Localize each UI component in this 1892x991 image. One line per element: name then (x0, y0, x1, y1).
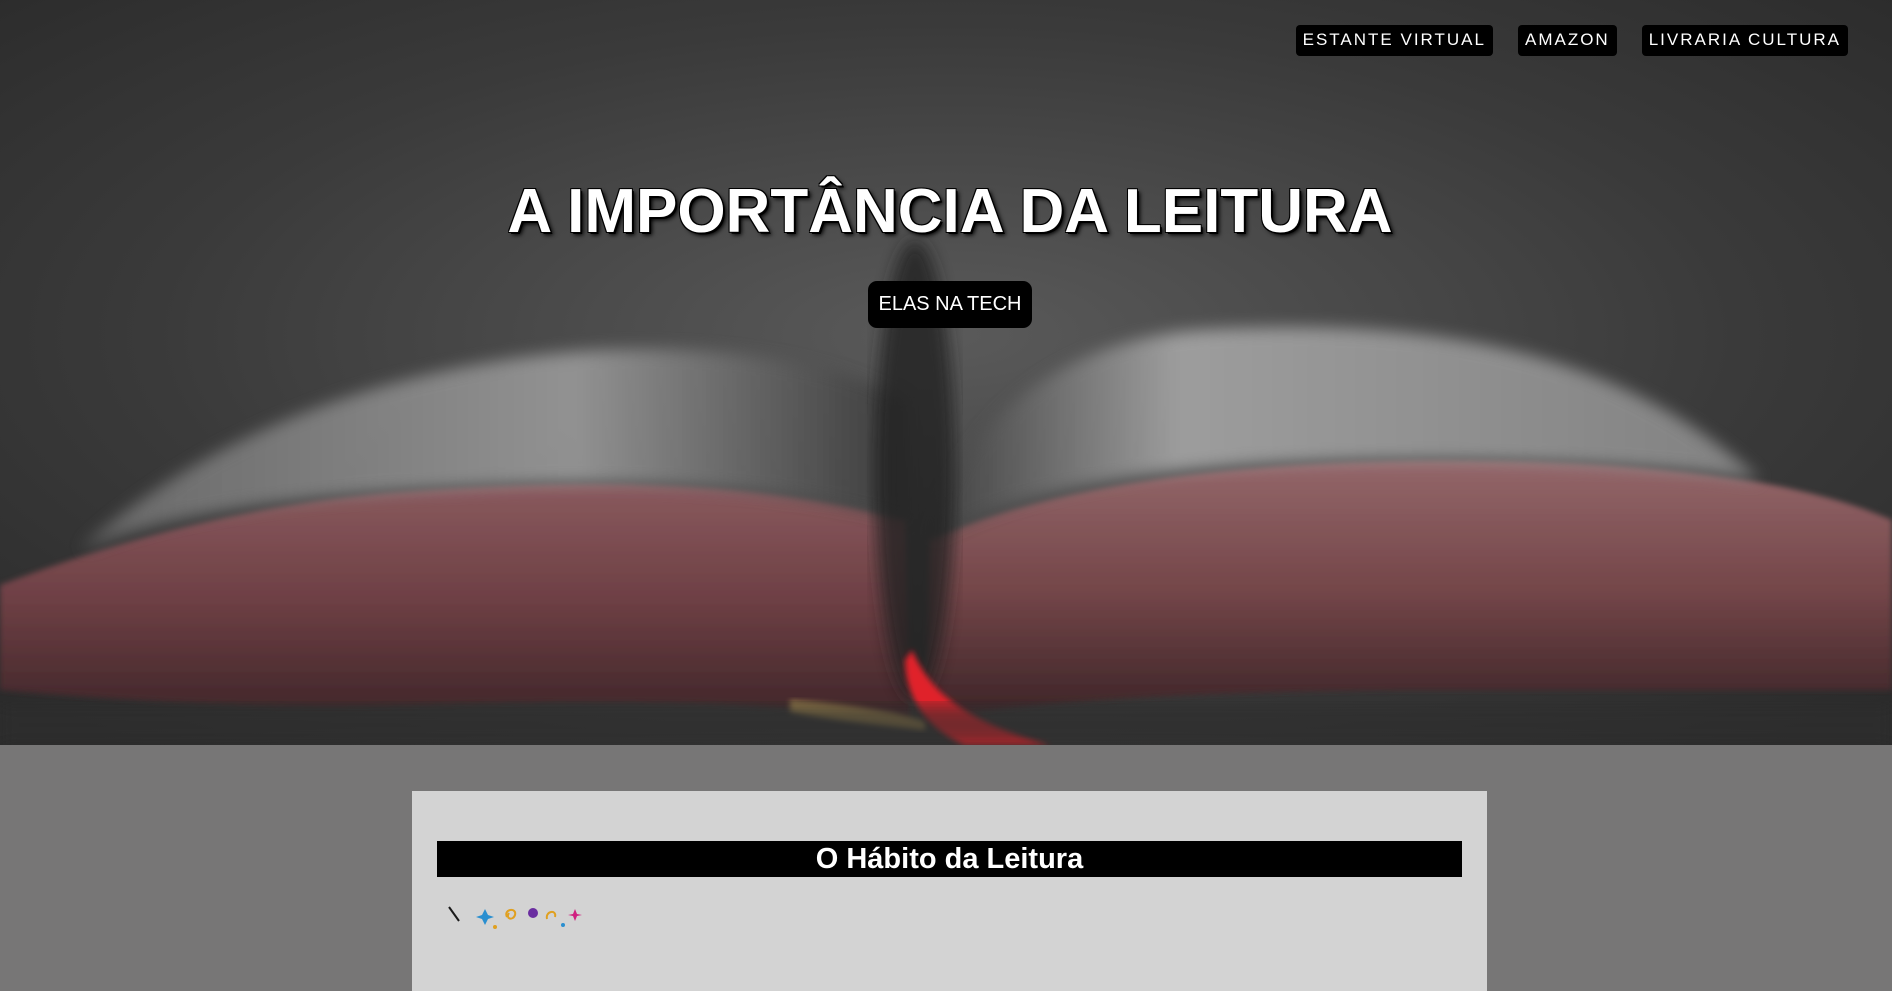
open-book-image (0, 0, 1892, 745)
top-navigation: ESTANTE VIRTUAL AMAZON LIVRARIA CULTURA (1295, 25, 1848, 56)
elas-na-tech-button[interactable]: ELAS NA TECH (868, 281, 1032, 328)
hero-banner: ESTANTE VIRTUAL AMAZON LIVRARIA CULTURA … (0, 0, 1892, 745)
section-heading: O Hábito da Leitura (437, 841, 1462, 877)
nav-link-estante-virtual[interactable]: ESTANTE VIRTUAL (1295, 25, 1493, 56)
page-title: A IMPORTÂNCIA DA LEITURA (507, 177, 1393, 246)
nav-link-amazon[interactable]: AMAZON (1517, 25, 1617, 56)
sparkles-decoration-image (448, 906, 582, 929)
content-card: O Hábito da Leitura (412, 791, 1487, 991)
nav-link-livraria-cultura[interactable]: LIVRARIA CULTURA (1641, 25, 1848, 56)
